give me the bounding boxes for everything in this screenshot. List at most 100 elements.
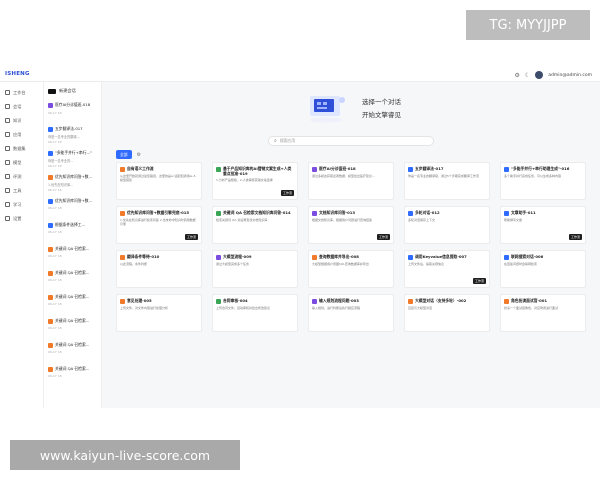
card-header: 合同审核-004 xyxy=(216,298,294,304)
app-card[interactable]: 优先知识库问答+数据引擎兜底-015 1.优先在知识库进行检索问答 2.当未命中知… xyxy=(116,206,202,244)
app-card[interactable]: 查询数据库并导出-008 大模型根据用户意图SQL查询数据库并导出 xyxy=(308,250,394,288)
card-description: 多个助手并行完成任务，可以生成多种内容 xyxy=(504,173,562,178)
user-email[interactable]: admin@admin.com xyxy=(548,73,592,78)
card-header: 关键词 QA 召检索文档知识库问答-014 xyxy=(216,210,294,216)
card-title: 查询数据库并导出-008 xyxy=(319,254,359,259)
app-card[interactable]: 五步翻译法-017 你是一名专业的翻译官，通过5个步骤完成翻译工作流 xyxy=(404,162,490,200)
card-header: 大模型流程-009 xyxy=(216,254,294,260)
nav-item-settings[interactable]: 设置 xyxy=(5,214,21,223)
nav-item-chat[interactable]: 会话 xyxy=(5,102,21,111)
gear-icon xyxy=(5,216,10,221)
card-header: 医疗AI分诊值班-018 xyxy=(312,166,390,172)
card-title: 合同审核-004 xyxy=(223,298,248,303)
list-item[interactable]: 关键词 QA 召检索... 06-17 18 xyxy=(48,342,100,362)
card-description: 以此流程，条件判断 xyxy=(120,261,148,266)
card-header: 文章助手-011 xyxy=(504,210,582,216)
list-item[interactable]: 根据条件选择工... 06-17 18 xyxy=(48,222,100,242)
nav-item-eval[interactable]: 评测 xyxy=(5,172,21,181)
card-title: 输入规划流程问题-003 xyxy=(319,298,359,303)
nav-item-model[interactable]: 模型 xyxy=(5,158,21,167)
list-item[interactable]: 五步翻译法-017 你是一名专业的翻译... 06-17 18 xyxy=(48,126,100,146)
app-icon xyxy=(48,222,53,228)
card-header: 查询数据库并导出-008 xyxy=(312,254,390,260)
search-icon: ⌕ xyxy=(274,138,277,144)
app-icon xyxy=(216,254,221,260)
card-header: 优先知识库问答+数据引擎兜底-015 xyxy=(120,210,198,216)
settings-icon[interactable]: ⚙ xyxy=(514,72,519,79)
list-item[interactable]: "多能手并行+串行..." 你是一名专业的... 06-17 18 xyxy=(48,150,100,170)
play-icon xyxy=(48,88,56,94)
app-card[interactable]: 关键词 QA 召检索文档知识库问答-014 检索关键词 QA 对后再查找文档知识库 xyxy=(212,206,298,244)
card-description: 上传文件后，提取关键信息 xyxy=(408,261,445,266)
card-title: 文章助手-011 xyxy=(511,210,536,215)
card-title: 医疗AI分诊值班-018 xyxy=(319,166,356,171)
workflow-badge: 工作流 xyxy=(568,234,582,240)
app-card[interactable]: 输入规划流程问题-003 输入规划，进行判断后执行相应流程 xyxy=(308,294,394,332)
card-description: 从这里开始就通过最佳路径，这里的是ai 适配和通用ai-3-模型搭建 xyxy=(120,173,197,182)
app-card[interactable]: 意见处理-005 上传文件，对文件内容进行处理分析 xyxy=(116,294,202,332)
workflow-badge: 工作流 xyxy=(472,278,486,284)
app-card[interactable]: 文章助手-011 帮助撰写文章工作流 xyxy=(500,206,586,244)
card-header: 输入规划流程问题-003 xyxy=(312,298,390,304)
list-item[interactable]: 关键词 QA 召检索... 06-17 18 xyxy=(48,294,100,314)
app-card[interactable]: 翻译条件等待-010 以此流程，条件判断 xyxy=(116,250,202,288)
moon-icon[interactable]: ☾ xyxy=(525,72,530,79)
avatar[interactable] xyxy=(535,71,544,79)
app-card[interactable]: 文档知识库问答-013 根据文档知识库，根据用户问题进行查询回答 工作流 xyxy=(308,206,394,244)
card-description: 帮助撰写文章 xyxy=(504,217,523,222)
nav-item-learn[interactable]: 学习 xyxy=(5,200,21,209)
card-title: 大模型对话（支持多轮）-002 xyxy=(415,298,467,303)
screenshot-frame: TG: MYYJJPP ISHENG ⚙ ☾ admin@admin.com 工… xyxy=(0,0,600,480)
list-item[interactable]: 优先知识库问答+数... 06-17 18 xyxy=(48,198,100,218)
list-item[interactable]: 关键词 QA 召检索... 06-17 18 xyxy=(48,270,100,290)
nav-item-dataset[interactable]: 数据集 xyxy=(5,144,26,153)
app-card[interactable]: 角色扮演面试官-001 扮演一个面试官角色，对应聘者进行面试 xyxy=(500,294,586,332)
card-description: 根据文档知识库，根据用户问题进行查询回答 xyxy=(312,217,373,222)
app-logo[interactable]: ISHENG xyxy=(5,71,30,77)
list-item[interactable]: 关键词 QA 召检索... 06-17 18 xyxy=(48,366,100,386)
card-header: 大模型对话（支持多轮）-002 xyxy=(408,298,486,304)
app-icon xyxy=(120,166,125,172)
card-header: 多轮对话-012 xyxy=(408,210,486,216)
app-card[interactable]: 联网搜索对话-006 在回答问题时会联网检索 xyxy=(500,250,586,288)
tab-all[interactable]: 全部 xyxy=(116,150,132,159)
app-icon xyxy=(120,254,125,260)
card-title: 优先知识库问答+数据引擎兜底-015 xyxy=(127,210,190,215)
list-item[interactable]: 优先知识库问答+数... 1.优先在知识库... 06-17 18 xyxy=(48,174,100,194)
card-header: 自有语义工作流 xyxy=(120,166,198,172)
app-card[interactable]: 大模型对话（支持多轮）-002 直接与大模型对话 xyxy=(404,294,490,332)
app-card[interactable]: 大模型流程-009 通过大模型完成多个任务 xyxy=(212,250,298,288)
app-icon xyxy=(48,126,53,132)
list-item[interactable]: 关键词 QA 召检索... 06-17 18 xyxy=(48,318,100,338)
nav-item-knowledge[interactable]: 知识 xyxy=(5,116,21,125)
card-title: 五步翻译法-017 xyxy=(415,166,444,171)
new-conversation-button[interactable]: 新建会话 xyxy=(48,87,76,95)
app-icon xyxy=(216,166,221,172)
app-card[interactable]: 多轮对话-012 多轮对话保存上下文 xyxy=(404,206,490,244)
watermark-bottom: www.kaiyun-live-score.com xyxy=(10,440,240,470)
nav-item-tools[interactable]: 工具 xyxy=(5,186,21,195)
card-description: 通过大模型完成多个任务 xyxy=(216,261,250,266)
nav-item-apps[interactable]: 应用 xyxy=(5,130,21,139)
app-card[interactable]: 医疗AI分诊值班-018 通过多模态获取患者数据、模型给出医疗建议... xyxy=(308,162,394,200)
app-icon xyxy=(504,298,509,304)
hero-illustration xyxy=(310,96,345,123)
list-item[interactable]: 医疗AI分诊值班-018 06-17 18 xyxy=(48,102,100,122)
gear-icon[interactable]: ⚙ xyxy=(137,152,141,158)
app-card[interactable]: 合同审核-004 上传合同文件，自动审核并给出修改建议 xyxy=(212,294,298,332)
app-card[interactable]: 调用Keyvalue信息提取-007 上传文件后，提取关键信息 工作流 xyxy=(404,250,490,288)
card-title: 大模型流程-009 xyxy=(223,254,252,259)
card-description: 多轮对话保存上下文 xyxy=(408,217,436,222)
list-item[interactable]: 关键词 QA 召检索... 06-17 18 xyxy=(48,246,100,266)
nav-item-workbench[interactable]: 工作台 xyxy=(5,88,26,97)
top-bar: ISHENG ⚙ ☾ admin@admin.com xyxy=(0,68,600,82)
card-description: 检索关键词 QA 对后再查找文档知识库 xyxy=(216,217,268,222)
app-icon xyxy=(120,210,125,216)
search-input[interactable]: ⌕ 搜索应用 xyxy=(268,136,434,146)
app-card[interactable]: 基于产品知识库的AI营销文案生成+人类重点批准-019 1.分析产品规格、2.人类… xyxy=(212,162,298,200)
app-card[interactable]: "多能手并行+串行助理生成"-016 多个助手并行完成任务，可以生成多种内容 xyxy=(500,162,586,200)
card-title: 自有语义工作流 xyxy=(127,166,154,171)
app-card[interactable]: 自有语义工作流从这里开始就通过最佳路径，这里的是ai 适配和通用ai-3-模型搭… xyxy=(116,162,202,200)
app-icon xyxy=(48,342,53,348)
app-icon xyxy=(216,298,221,304)
